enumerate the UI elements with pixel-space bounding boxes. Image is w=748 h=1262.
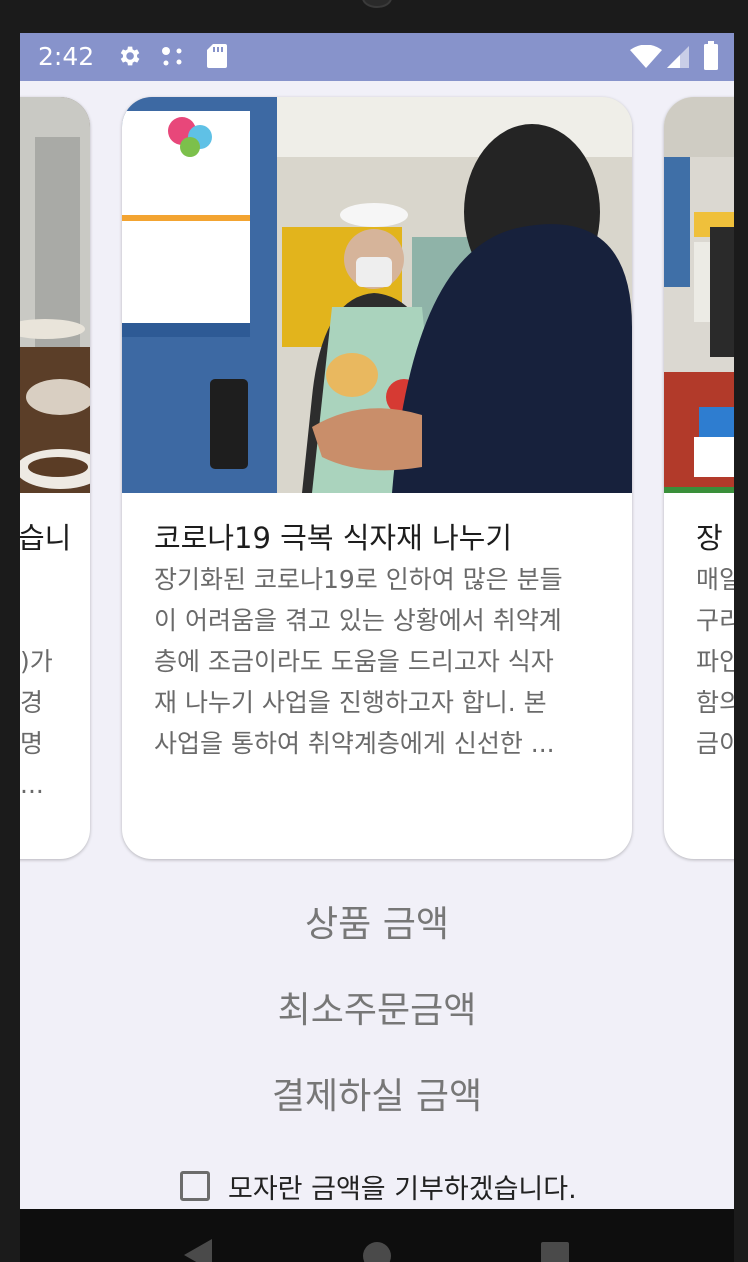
card-description: 매일 구리 파인 함의 금이	[696, 565, 734, 758]
donate-option[interactable]: 모자란 금액을 기부하겠습니다.	[180, 1167, 577, 1205]
status-time: 2:42	[38, 42, 95, 71]
card-image	[664, 97, 734, 493]
card-title: 장	[696, 521, 723, 555]
card-description: 장기화된 코로나19로 인하여 많은 분들 이 어려움을 겪고 있는 상황에서 …	[154, 565, 563, 758]
project-carousel[interactable]: 습니 )가 경 명 ... 코로나19 극복 식자재 나누기 장기화된 코로나1…	[20, 97, 734, 861]
dots-icon	[162, 47, 182, 66]
product-amount-label: 상품 금액	[305, 904, 449, 945]
payment-amount-label: 결제하실 금액	[271, 1076, 483, 1117]
sd-card-icon	[207, 44, 227, 68]
card-title: 습니	[20, 521, 72, 555]
wifi-icon	[630, 45, 662, 68]
signal-icon	[667, 46, 689, 68]
project-card-prev[interactable]: 습니 )가 경 명 ...	[20, 97, 90, 859]
settings-gear-icon	[120, 46, 140, 66]
app-screen: 2:42 습니)가 경 명 ... 코로나19 극복 식자재 나누기 장기화된…	[20, 33, 734, 1262]
front-camera	[362, 0, 392, 8]
navigation-bar	[20, 1209, 734, 1262]
status-bar: 2:42	[20, 33, 734, 81]
card-description: )가 경 명 ...	[20, 647, 53, 799]
donate-checkbox[interactable]	[180, 1171, 210, 1201]
project-card-current[interactable]: 코로나19 극복 식자재 나누기 장기화된 코로나19로 인하여 많은 분들 이…	[122, 97, 632, 859]
project-card-next[interactable]: 장 매일 구리 파인 함의 금이	[664, 97, 734, 859]
card-title: 코로나19 극복 식자재 나누기	[154, 521, 513, 555]
back-icon[interactable]	[180, 1239, 216, 1262]
recents-icon[interactable]	[540, 1241, 570, 1262]
card-image	[20, 97, 90, 493]
battery-icon	[704, 41, 718, 70]
card-image	[122, 97, 632, 493]
min-order-amount-label: 최소주문금액	[277, 990, 477, 1031]
home-icon[interactable]	[362, 1241, 392, 1262]
donate-label: 모자란 금액을 기부하겠습니다.	[228, 1173, 577, 1205]
